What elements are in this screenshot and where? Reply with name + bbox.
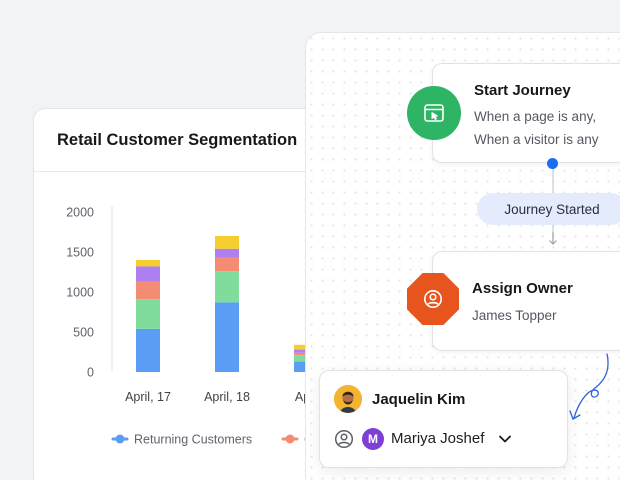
segmentation-chart-card: 0500100015002000April, 17April, 18Apri R… bbox=[33, 108, 333, 480]
assign-owner-title: Assign Owner bbox=[472, 280, 573, 297]
start-journey-condition-page: When a page is any, bbox=[474, 109, 597, 124]
bar-segment bbox=[215, 257, 239, 272]
bar-segment bbox=[215, 236, 239, 249]
arrow-down-icon bbox=[549, 232, 557, 245]
y-tick-label: 0 bbox=[87, 366, 94, 380]
bar-segment bbox=[136, 260, 160, 267]
start-journey-condition-visitor: When a visitor is any bbox=[474, 132, 599, 147]
x-tick-label: April, 17 bbox=[125, 390, 171, 404]
bar-segment bbox=[136, 281, 160, 300]
chart-divider bbox=[34, 171, 332, 172]
bar-segment bbox=[136, 266, 160, 282]
jaquelin-kim-avatar bbox=[334, 385, 362, 413]
mariya-joshef-avatar: M bbox=[362, 428, 384, 450]
x-tick-label: April, 18 bbox=[204, 390, 250, 404]
bar-segment bbox=[215, 302, 239, 372]
segmentation-chart: 0500100015002000April, 17April, 18Apri R… bbox=[66, 206, 318, 447]
legend-swatch-dot bbox=[115, 434, 125, 444]
bar-segment bbox=[215, 248, 239, 258]
journey-started-label: Journey Started bbox=[477, 193, 620, 225]
y-tick-label: 2000 bbox=[66, 206, 94, 220]
person-icon bbox=[334, 429, 354, 449]
y-tick-label: 1500 bbox=[66, 246, 94, 260]
legend-swatch-dot bbox=[285, 434, 295, 444]
owner-card-name: Jaquelin Kim bbox=[372, 391, 466, 408]
assign-owner-node[interactable]: Assign Owner James Topper bbox=[432, 251, 620, 351]
y-tick-label: 500 bbox=[73, 326, 94, 340]
legend-label: Returning Customers bbox=[134, 433, 252, 447]
owner-dropdown-value[interactable]: Mariya Joshef bbox=[391, 430, 484, 447]
curved-arrow-icon bbox=[569, 353, 609, 420]
y-tick-label: 1000 bbox=[66, 286, 94, 300]
chart-title: Retail Customer Segmentation bbox=[57, 131, 298, 149]
bar-segment bbox=[215, 271, 239, 303]
bar-segment bbox=[136, 328, 160, 372]
assigned-owner-name: James Topper bbox=[472, 308, 557, 323]
owner-selector-card bbox=[319, 370, 568, 468]
start-journey-title: Start Journey bbox=[474, 82, 571, 99]
browser-cursor-icon bbox=[407, 86, 461, 140]
bar-segment bbox=[136, 299, 160, 329]
chevron-down-icon[interactable] bbox=[498, 434, 512, 444]
connector-handle[interactable] bbox=[547, 158, 558, 169]
